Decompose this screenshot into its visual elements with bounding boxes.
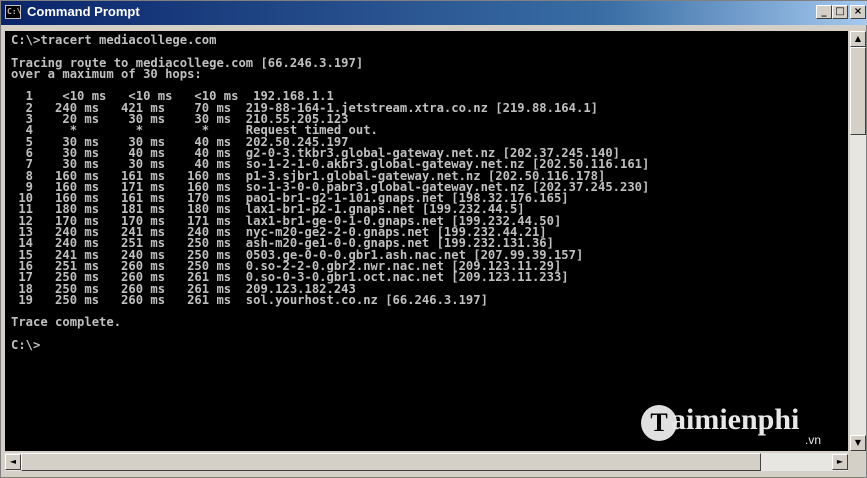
console-text: C:\>tracert mediacollege.com Tracing rou… xyxy=(5,31,848,355)
horizontal-scrollbar[interactable]: ◄ ► xyxy=(5,453,848,471)
window-title: Command Prompt xyxy=(27,4,140,19)
console-icon[interactable]: C:\ xyxy=(5,5,21,19)
minimize-button[interactable]: _ xyxy=(816,5,832,19)
vertical-scrollbar[interactable]: ▲ ▼ xyxy=(850,31,866,451)
scroll-down-button[interactable]: ▼ xyxy=(850,435,866,451)
horizontal-scroll-thumb[interactable] xyxy=(21,453,761,471)
watermark-text: aimienphi xyxy=(671,403,800,436)
scroll-left-button[interactable]: ◄ xyxy=(5,454,21,470)
console-output[interactable]: C:\>tracert mediacollege.com Tracing rou… xyxy=(5,31,848,451)
close-button[interactable]: × xyxy=(850,5,866,19)
watermark-logo: T aimienphi .vn xyxy=(641,401,841,449)
resize-corner[interactable] xyxy=(850,453,866,471)
maximize-button[interactable]: □ xyxy=(832,5,848,19)
title-bar[interactable]: C:\ Command Prompt _ □ × xyxy=(1,1,867,25)
console-line: 19 250 ms 260 ms 261 ms sol.yourhost.co.… xyxy=(11,292,488,307)
console-line: over a maximum of 30 hops: xyxy=(11,66,202,81)
vertical-scroll-thumb[interactable] xyxy=(850,47,866,135)
scroll-right-button[interactable]: ► xyxy=(832,454,848,470)
watermark-suffix: .vn xyxy=(805,433,822,447)
console-line: Trace complete. xyxy=(11,315,122,330)
scroll-up-button[interactable]: ▲ xyxy=(850,31,866,47)
command-prompt-window: C:\ Command Prompt _ □ × C:\>tracert med… xyxy=(0,0,867,478)
console-line: C:\>tracert mediacollege.com xyxy=(11,33,217,47)
console-line: C:\> xyxy=(11,338,41,353)
